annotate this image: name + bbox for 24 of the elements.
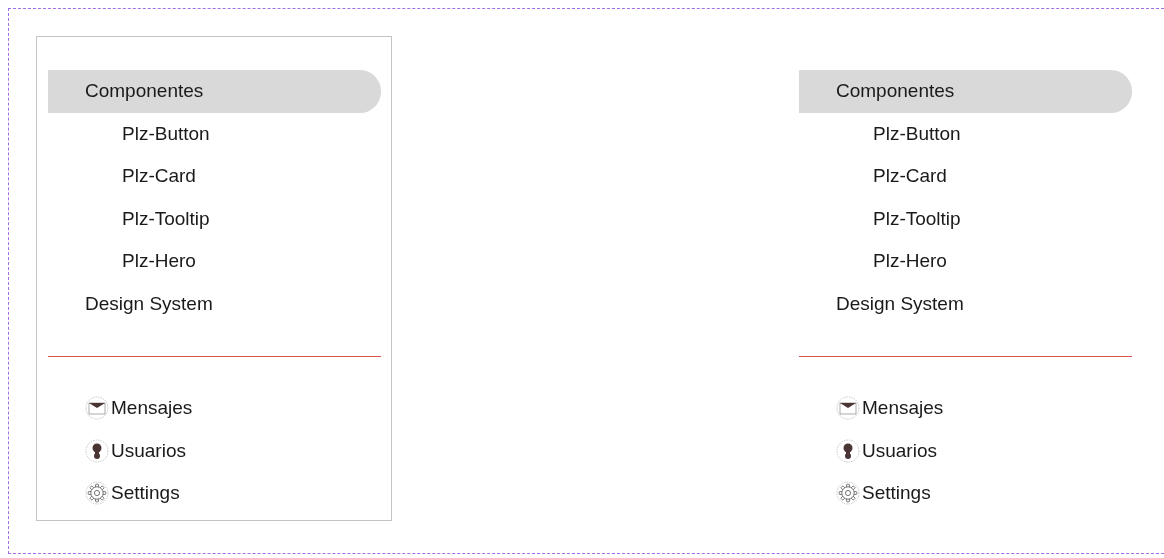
nav-item[interactable]: Plz-Button	[48, 112, 381, 155]
sidebar-link[interactable]: Usuarios	[836, 429, 937, 472]
sidebar-link[interactable]: Mensajes	[85, 387, 193, 430]
nav-item[interactable]: Componentes	[799, 70, 1132, 113]
envelope-icon	[836, 396, 860, 421]
user-icon	[85, 438, 109, 463]
nav-item[interactable]: Design System	[48, 282, 381, 325]
sidebar-link[interactable]: Usuarios	[85, 429, 186, 472]
envelope-icon	[85, 396, 109, 421]
nav-item[interactable]: Design System	[799, 282, 1132, 325]
nav-item[interactable]: Plz-Hero	[48, 240, 381, 283]
nav-item[interactable]: Plz-Card	[799, 155, 1132, 198]
sidebar-link[interactable]: Settings	[85, 472, 180, 515]
nav-item[interactable]: Plz-Card	[48, 155, 381, 198]
user-icon	[836, 438, 860, 463]
settings-icon	[85, 481, 109, 506]
sidebar-link[interactable]: Mensajes	[836, 387, 944, 430]
nav-item[interactable]: Plz-Tooltip	[48, 197, 381, 240]
nav-item[interactable]: Plz-Tooltip	[799, 197, 1132, 240]
sidebar-link[interactable]: Settings	[836, 472, 931, 515]
settings-icon	[836, 481, 860, 506]
nav-item[interactable]: Componentes	[48, 70, 381, 113]
nav-item[interactable]: Plz-Button	[799, 112, 1132, 155]
nav-item[interactable]: Plz-Hero	[799, 240, 1132, 283]
